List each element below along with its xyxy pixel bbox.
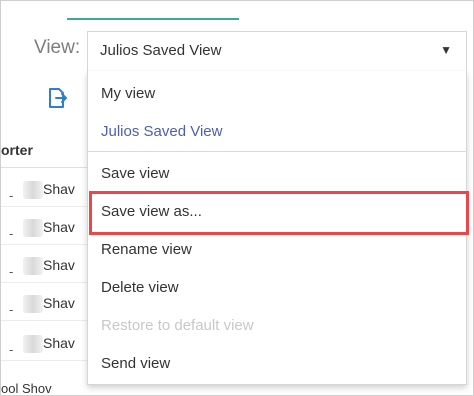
table-row[interactable]: - Shav [1, 325, 87, 361]
menu-item-label: My view [101, 85, 156, 102]
menu-item-rename-view[interactable]: Rename view [88, 231, 466, 267]
view-select-value: Julios Saved View [100, 42, 222, 59]
menu-item-julios-saved-view[interactable]: Julios Saved View [88, 113, 466, 149]
menu-item-save-view[interactable]: Save view [88, 155, 466, 191]
table-row-partial: ool Shov [1, 381, 52, 396]
export-icon[interactable] [45, 86, 69, 110]
menu-item-label: Julios Saved View [101, 123, 223, 140]
row-marker: - [9, 188, 14, 203]
redacted-text [23, 181, 43, 199]
row-marker: - [9, 302, 14, 317]
menu-item-delete-view[interactable]: Delete view [88, 269, 466, 305]
menu-item-label: Save view as... [101, 203, 202, 220]
menu-item-label: Delete view [101, 279, 179, 296]
app-frame: View: Julios Saved View ▼ orter - Shav -… [0, 0, 474, 396]
redacted-text [23, 295, 43, 313]
menu-item-restore-default-view: Restore to default view [88, 307, 466, 343]
row-marker: - [9, 226, 14, 241]
menu-divider [88, 151, 466, 152]
table-row[interactable]: - Shav [1, 171, 87, 207]
row-name: Shav [43, 295, 75, 311]
menu-item-label: Save view [101, 165, 170, 182]
row-name: Shav [43, 335, 75, 351]
menu-item-save-view-as[interactable]: Save view as... [88, 193, 466, 229]
redacted-text [23, 335, 43, 353]
table-row[interactable]: - Shav [1, 209, 87, 245]
row-name: Shav [43, 219, 75, 235]
active-tab-indicator [67, 18, 239, 20]
menu-item-label: Rename view [101, 241, 192, 258]
row-marker: - [9, 342, 14, 357]
redacted-text [23, 257, 43, 275]
view-dropdown-menu: My view Julios Saved View Save view Save… [87, 71, 467, 385]
table-row[interactable]: - Shav [1, 285, 87, 321]
column-header-reporter: orter [1, 142, 33, 158]
view-label: View: [34, 37, 81, 58]
menu-item-label: Send view [101, 355, 171, 372]
redacted-text [23, 219, 43, 237]
row-marker: - [9, 264, 14, 279]
view-select-dropdown[interactable]: Julios Saved View ▼ [87, 31, 467, 71]
row-name: Shav [43, 181, 75, 197]
row-name: Shav [43, 257, 75, 273]
menu-item-my-view[interactable]: My view [88, 75, 466, 111]
menu-item-send-view[interactable]: Send view [88, 345, 466, 381]
caret-down-icon: ▼ [440, 43, 452, 57]
header-divider [1, 167, 87, 168]
table-row[interactable]: - Shav [1, 247, 87, 283]
menu-item-label: Restore to default view [101, 317, 254, 334]
